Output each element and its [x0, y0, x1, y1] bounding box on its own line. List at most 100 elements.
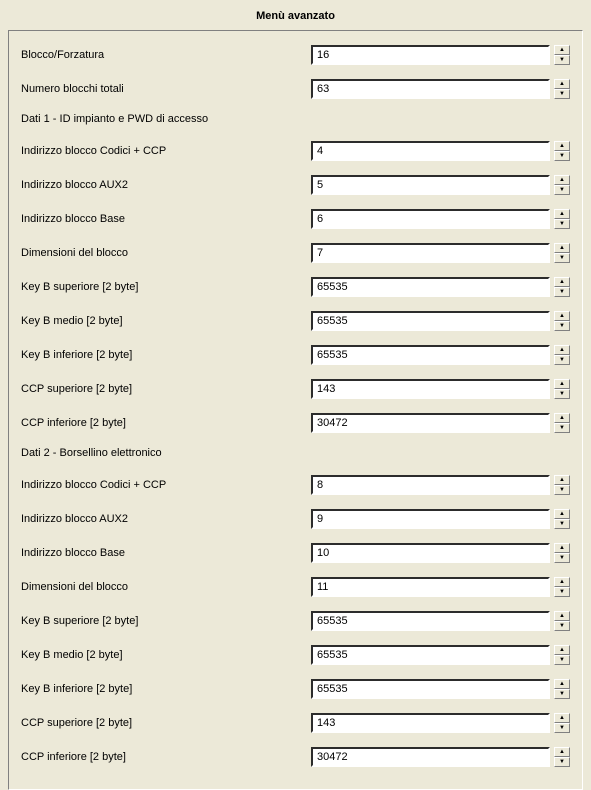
spinner-s1-ccp-inf: ▲ ▼ [311, 413, 570, 433]
spin-buttons: ▲ ▼ [554, 475, 570, 495]
spin-down-icon[interactable]: ▼ [554, 519, 570, 529]
spin-up-icon[interactable]: ▲ [554, 713, 570, 723]
row-s2-dimensioni: Dimensioni del blocco ▲ ▼ [21, 577, 570, 597]
spin-down-icon[interactable]: ▼ [554, 621, 570, 631]
spin-up-icon[interactable]: ▲ [554, 345, 570, 355]
spin-down-icon[interactable]: ▼ [554, 689, 570, 699]
spinner-s2-codici-ccp: ▲ ▼ [311, 475, 570, 495]
spin-up-icon[interactable]: ▲ [554, 243, 570, 253]
spin-up-icon[interactable]: ▲ [554, 79, 570, 89]
spin-up-icon[interactable]: ▲ [554, 413, 570, 423]
row-s1-base: Indirizzo blocco Base ▲ ▼ [21, 209, 570, 229]
input-s1-keyb-sup[interactable] [311, 277, 550, 297]
spin-up-icon[interactable]: ▲ [554, 645, 570, 655]
input-s2-keyb-med[interactable] [311, 645, 550, 665]
input-numero-blocchi[interactable] [311, 79, 550, 99]
spin-up-icon[interactable]: ▲ [554, 577, 570, 587]
spin-buttons: ▲ ▼ [554, 713, 570, 733]
label-numero-blocchi: Numero blocchi totali [21, 83, 311, 95]
row-s1-keyb-sup: Key B superiore [2 byte] ▲ ▼ [21, 277, 570, 297]
spin-down-icon[interactable]: ▼ [554, 253, 570, 263]
label-s2-base: Indirizzo blocco Base [21, 547, 311, 559]
spinner-s1-aux2: ▲ ▼ [311, 175, 570, 195]
input-s1-keyb-med[interactable] [311, 311, 550, 331]
label-s1-ccp-inf: CCP inferiore [2 byte] [21, 417, 311, 429]
spin-buttons: ▲ ▼ [554, 45, 570, 65]
spin-down-icon[interactable]: ▼ [554, 55, 570, 65]
spin-up-icon[interactable]: ▲ [554, 175, 570, 185]
spin-down-icon[interactable]: ▼ [554, 89, 570, 99]
spin-up-icon[interactable]: ▲ [554, 509, 570, 519]
row-s2-ccp-sup: CCP superiore [2 byte] ▲ ▼ [21, 713, 570, 733]
spin-buttons: ▲ ▼ [554, 611, 570, 631]
spin-down-icon[interactable]: ▼ [554, 723, 570, 733]
row-s1-aux2: Indirizzo blocco AUX2 ▲ ▼ [21, 175, 570, 195]
input-s2-keyb-sup[interactable] [311, 611, 550, 631]
spin-down-icon[interactable]: ▼ [554, 587, 570, 597]
row-s1-keyb-inf: Key B inferiore [2 byte] ▲ ▼ [21, 345, 570, 365]
input-s2-codici-ccp[interactable] [311, 475, 550, 495]
spin-down-icon[interactable]: ▼ [554, 151, 570, 161]
spin-down-icon[interactable]: ▼ [554, 219, 570, 229]
spinner-s2-keyb-med: ▲ ▼ [311, 645, 570, 665]
spin-buttons: ▲ ▼ [554, 413, 570, 433]
label-s1-keyb-inf: Key B inferiore [2 byte] [21, 349, 311, 361]
spin-down-icon[interactable]: ▼ [554, 185, 570, 195]
row-s2-codici-ccp: Indirizzo blocco Codici + CCP ▲ ▼ [21, 475, 570, 495]
spin-buttons: ▲ ▼ [554, 645, 570, 665]
input-s1-base[interactable] [311, 209, 550, 229]
input-s2-ccp-sup[interactable] [311, 713, 550, 733]
input-s2-base[interactable] [311, 543, 550, 563]
spin-down-icon[interactable]: ▼ [554, 355, 570, 365]
spin-up-icon[interactable]: ▲ [554, 311, 570, 321]
spinner-numero-blocchi: ▲ ▼ [311, 79, 570, 99]
spin-up-icon[interactable]: ▲ [554, 747, 570, 757]
spin-down-icon[interactable]: ▼ [554, 423, 570, 433]
spin-down-icon[interactable]: ▼ [554, 655, 570, 665]
spin-up-icon[interactable]: ▲ [554, 475, 570, 485]
row-s2-ccp-inf: CCP inferiore [2 byte] ▲ ▼ [21, 747, 570, 767]
label-s1-codici-ccp: Indirizzo blocco Codici + CCP [21, 145, 311, 157]
spinner-s2-keyb-inf: ▲ ▼ [311, 679, 570, 699]
row-s2-keyb-inf: Key B inferiore [2 byte] ▲ ▼ [21, 679, 570, 699]
input-s1-codici-ccp[interactable] [311, 141, 550, 161]
input-s1-dimensioni[interactable] [311, 243, 550, 263]
input-blocco-forzatura[interactable] [311, 45, 550, 65]
input-s2-dimensioni[interactable] [311, 577, 550, 597]
spin-up-icon[interactable]: ▲ [554, 543, 570, 553]
spin-down-icon[interactable]: ▼ [554, 757, 570, 767]
input-s2-ccp-inf[interactable] [311, 747, 550, 767]
section-header-dati1: Dati 1 - ID impianto e PWD di accesso [21, 113, 570, 127]
spinner-blocco-forzatura: ▲ ▼ [311, 45, 570, 65]
input-s1-aux2[interactable] [311, 175, 550, 195]
row-s1-dimensioni: Dimensioni del blocco ▲ ▼ [21, 243, 570, 263]
spin-up-icon[interactable]: ▲ [554, 277, 570, 287]
spin-up-icon[interactable]: ▲ [554, 45, 570, 55]
spin-down-icon[interactable]: ▼ [554, 287, 570, 297]
spinner-s1-keyb-med: ▲ ▼ [311, 311, 570, 331]
spin-buttons: ▲ ▼ [554, 345, 570, 365]
row-numero-blocchi: Numero blocchi totali ▲ ▼ [21, 79, 570, 99]
spin-up-icon[interactable]: ▲ [554, 141, 570, 151]
label-s1-dimensioni: Dimensioni del blocco [21, 247, 311, 259]
input-s1-ccp-sup[interactable] [311, 379, 550, 399]
input-s2-keyb-inf[interactable] [311, 679, 550, 699]
spinner-s1-ccp-sup: ▲ ▼ [311, 379, 570, 399]
spin-down-icon[interactable]: ▼ [554, 321, 570, 331]
spin-buttons: ▲ ▼ [554, 577, 570, 597]
input-s2-aux2[interactable] [311, 509, 550, 529]
input-s1-keyb-inf[interactable] [311, 345, 550, 365]
spin-up-icon[interactable]: ▲ [554, 209, 570, 219]
spin-up-icon[interactable]: ▲ [554, 379, 570, 389]
label-s2-ccp-sup: CCP superiore [2 byte] [21, 717, 311, 729]
spin-buttons: ▲ ▼ [554, 379, 570, 399]
label-s1-aux2: Indirizzo blocco AUX2 [21, 179, 311, 191]
label-s2-codici-ccp: Indirizzo blocco Codici + CCP [21, 479, 311, 491]
spin-up-icon[interactable]: ▲ [554, 611, 570, 621]
label-s2-dimensioni: Dimensioni del blocco [21, 581, 311, 593]
spin-down-icon[interactable]: ▼ [554, 553, 570, 563]
spin-up-icon[interactable]: ▲ [554, 679, 570, 689]
input-s1-ccp-inf[interactable] [311, 413, 550, 433]
spin-down-icon[interactable]: ▼ [554, 389, 570, 399]
spin-down-icon[interactable]: ▼ [554, 485, 570, 495]
